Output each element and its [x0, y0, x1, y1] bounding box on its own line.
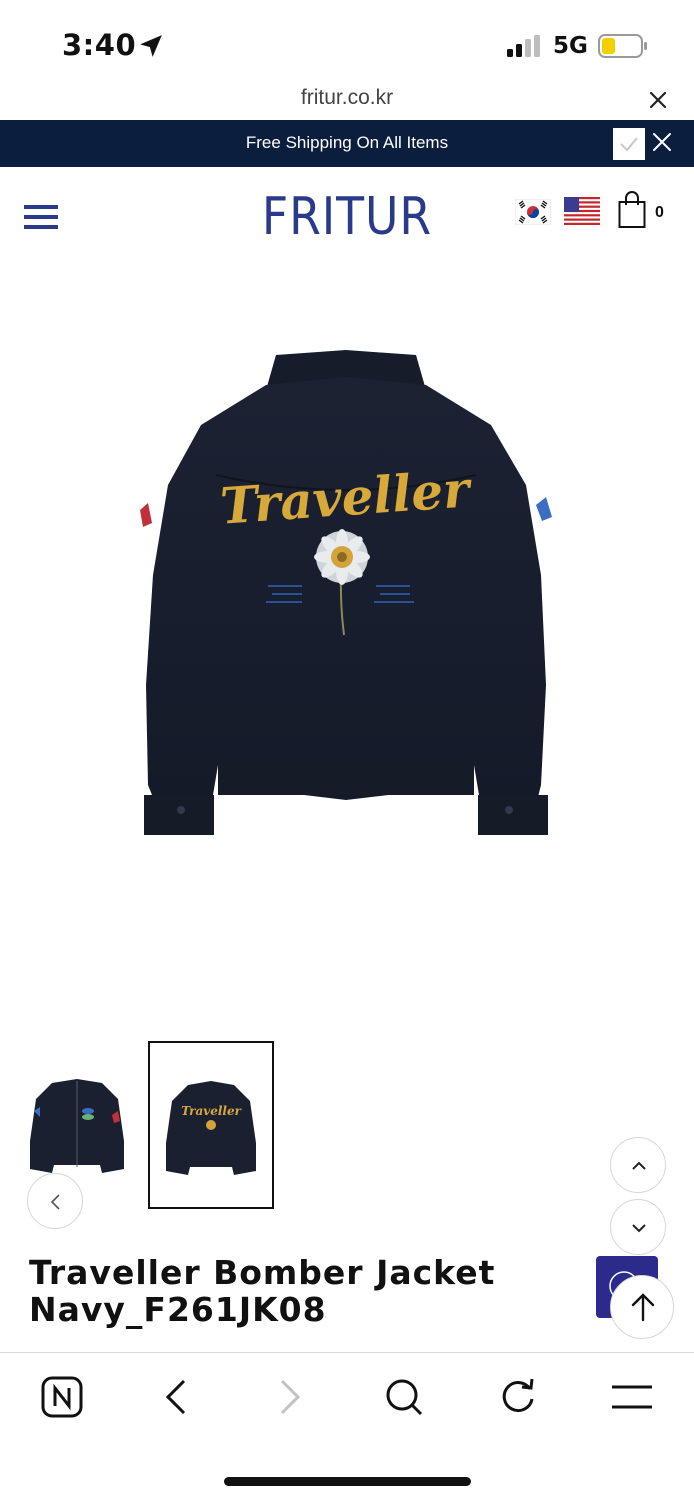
back-to-top-button[interactable] — [610, 1275, 674, 1339]
site-logo[interactable]: FRITUR — [42, 187, 653, 247]
close-icon[interactable] — [646, 88, 670, 112]
thumbnail-back[interactable]: Traveller — [148, 1041, 274, 1209]
promo-banner: Free Shipping On All Items — [0, 120, 694, 167]
menu-button[interactable] — [610, 1375, 654, 1419]
korea-flag-icon[interactable] — [515, 199, 551, 225]
chevron-down-icon — [632, 1224, 646, 1233]
status-time: 3:40 — [62, 28, 137, 62]
usa-flag-icon[interactable] — [564, 197, 600, 225]
forward-button[interactable] — [268, 1375, 312, 1419]
forward-icon — [280, 1379, 301, 1415]
chevron-left-icon — [50, 1194, 60, 1210]
product-title: Traveller Bomber Jacket Navy_F261JK08 — [29, 1254, 589, 1328]
arrow-up-icon — [631, 1293, 655, 1322]
naver-home-icon — [41, 1376, 83, 1418]
reload-icon — [502, 1378, 534, 1413]
battery-icon — [598, 34, 647, 58]
carousel-prev-button[interactable] — [27, 1173, 83, 1229]
home-indicator — [224, 1477, 471, 1486]
chevron-up-icon — [632, 1161, 646, 1170]
scroll-down-button[interactable] — [610, 1199, 666, 1255]
product-title-line1: Traveller Bomber Jacket — [29, 1253, 496, 1292]
naver-home-button[interactable] — [40, 1375, 84, 1419]
cart-count: 0 — [655, 204, 664, 221]
url-text[interactable]: fritur.co.kr — [0, 86, 694, 110]
site-header: FRITUR 0 — [0, 167, 694, 267]
back-icon — [165, 1379, 186, 1415]
product-title-line2: Navy_F261JK08 — [29, 1290, 327, 1329]
search-button[interactable] — [382, 1375, 426, 1419]
search-icon — [386, 1379, 423, 1416]
checkbox-icon[interactable] — [613, 128, 645, 160]
thumbnail-back-image: Traveller — [166, 1081, 256, 1175]
thumbnail-script-text: Traveller — [181, 1104, 243, 1118]
network-type: 5G — [553, 33, 588, 59]
back-button[interactable] — [154, 1375, 198, 1419]
signal-icon — [507, 35, 540, 57]
scroll-up-button[interactable] — [610, 1137, 666, 1193]
menu-icon — [612, 1385, 652, 1409]
product-main-image[interactable]: Traveller — [96, 345, 596, 845]
shopping-bag-icon[interactable] — [618, 191, 646, 229]
url-bar[interactable]: fritur.co.kr — [0, 84, 694, 120]
banner-close-icon[interactable] — [650, 130, 674, 154]
banner-text: Free Shipping On All Items — [245, 133, 449, 152]
reload-button[interactable] — [496, 1375, 540, 1419]
location-arrow-icon — [140, 35, 162, 57]
status-bar: 3:40 5G — [0, 0, 694, 84]
